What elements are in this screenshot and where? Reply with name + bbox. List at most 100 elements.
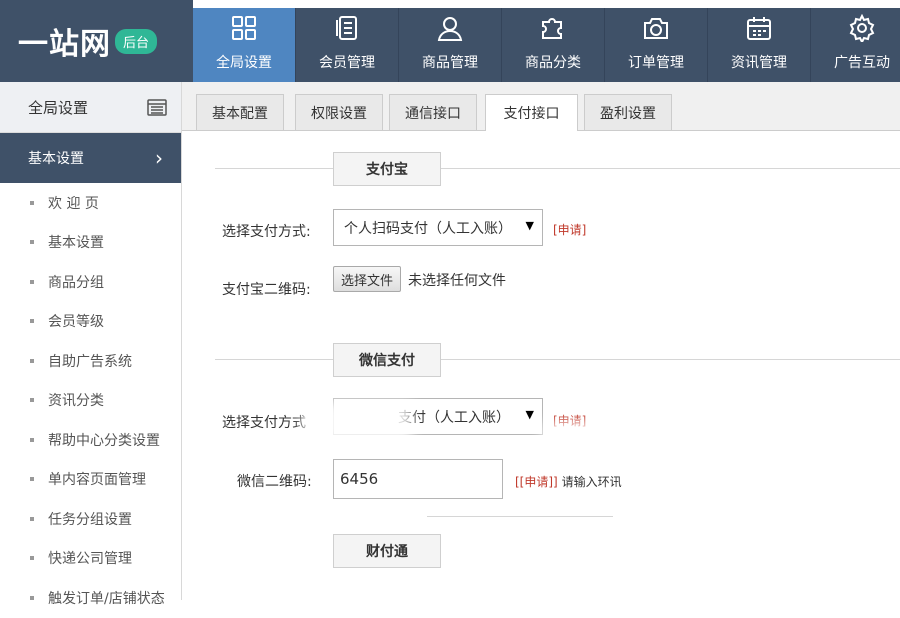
tab-payment[interactable]: 支付接口: [485, 94, 578, 131]
sidebar-item-single-page[interactable]: 单内容页面管理: [0, 460, 181, 500]
sidebar-item-label: 任务分组设置: [48, 511, 132, 528]
nav-label: 商品分类: [525, 55, 581, 71]
logo[interactable]: 一站网 后台: [0, 0, 193, 82]
sidebar-list: 欢 迎 页 基本设置 商品分组 会员等级 自助广告系统 资讯分类 帮助中心分类设…: [0, 183, 181, 618]
calendar-icon: [747, 17, 771, 40]
nav-label: 订单管理: [628, 55, 684, 71]
section-divider: [215, 359, 900, 360]
tab-label: 通信接口: [405, 105, 461, 122]
tab-basic-config[interactable]: 基本配置: [196, 94, 284, 130]
tab-label: 支付接口: [503, 106, 560, 122]
tab-profit[interactable]: 盈利设置: [584, 94, 672, 130]
gear-icon: [849, 14, 875, 42]
section-divider: [215, 168, 900, 169]
alipay-apply-link[interactable]: [申请]: [553, 221, 586, 238]
file-choose-button[interactable]: 选择文件: [333, 266, 402, 292]
nav-item-product-management[interactable]: 商品管理: [399, 8, 502, 82]
sidebar-item-label: 欢 迎 页: [48, 195, 99, 212]
wechat-section-title: 微信支付: [333, 343, 441, 377]
select-value: 支付（人工入账）: [398, 409, 510, 426]
alipay-section-title: 支付宝: [333, 152, 441, 186]
logo-text: 一站网: [18, 27, 111, 62]
file-status-text: 未选择任何文件: [408, 273, 506, 289]
calendar-icon[interactable]: [147, 98, 167, 116]
nav-item-member-management[interactable]: 会员管理: [296, 8, 399, 82]
wechat-hint-apply[interactable]: [[申请]]: [515, 475, 558, 489]
sidebar-item-label: 基本设置: [48, 235, 104, 252]
wechat-qr-label: 微信二维码:: [237, 474, 312, 490]
sidebar-item-product-groups[interactable]: 商品分组: [0, 262, 181, 302]
document-icon: [336, 16, 357, 40]
bullet-icon: [30, 516, 34, 521]
sidebar-item-label: 快递公司管理: [48, 551, 132, 568]
alipay-qr-label: 支付宝二维码:: [222, 282, 311, 298]
sidebar-item-label: 会员等级: [48, 314, 104, 331]
alipay-method-select[interactable]: 个人扫码支付（人工入账） ▼: [333, 209, 543, 246]
bullet-icon: [30, 556, 34, 561]
top-bar: 一站网 后台 全局设置 会员管理 商品管理 商品分类 订单管理 资讯管理 广告互…: [0, 0, 900, 82]
blur-overlay: [302, 402, 412, 442]
sidebar-item-label: 资讯分类: [48, 393, 104, 410]
wechat-qr-input[interactable]: 6456: [333, 459, 503, 499]
nav-label: 商品管理: [422, 55, 478, 71]
sidebar-item-help-category[interactable]: 帮助中心分类设置: [0, 420, 181, 460]
sidebar-item-label: 自助广告系统: [48, 353, 132, 370]
wechat-hint: [[申请]] 请输入环讯: [515, 473, 622, 490]
sidebar-item-trigger-order[interactable]: 触发订单/店铺状态: [0, 578, 181, 618]
nav-item-product-category[interactable]: 商品分类: [502, 8, 605, 82]
tenpay-section-title: 财付通: [333, 534, 441, 568]
sidebar: 全局设置 基本设置 › 欢 迎 页 基本设置 商品分组 会员等级 自助广告系统 …: [0, 82, 182, 607]
section-divider: [427, 516, 613, 517]
tab-communication[interactable]: 通信接口: [389, 94, 477, 130]
dropdown-arrow-icon: ▼: [525, 219, 534, 232]
bullet-icon: [30, 595, 34, 600]
nav-item-ad-interaction[interactable]: 广告互动: [811, 8, 900, 82]
bullet-icon: [30, 200, 34, 205]
bullet-icon: [30, 437, 34, 442]
sidebar-header: 全局设置: [0, 82, 181, 133]
main-content: 基本配置 权限设置 通信接口 支付接口 盈利设置 支付宝 选择支付方式: 个人扫…: [182, 82, 900, 600]
nav-item-order-management[interactable]: 订单管理: [605, 8, 708, 82]
sidebar-section-basic-settings[interactable]: 基本设置 ›: [0, 133, 181, 183]
nav-label: 资讯管理: [731, 55, 787, 71]
tab-label: 基本配置: [212, 105, 268, 122]
blur-overlay: [542, 422, 612, 452]
bullet-icon: [30, 319, 34, 324]
camera-icon: [644, 18, 668, 39]
alipay-method-label: 选择支付方式:: [222, 224, 311, 240]
top-strip: [193, 0, 900, 8]
tab-label: 权限设置: [311, 105, 367, 122]
tab-bar: 基本配置 权限设置 通信接口 支付接口 盈利设置: [182, 82, 900, 131]
logo-badge: 后台: [115, 28, 158, 54]
sidebar-item-basic-settings[interactable]: 基本设置: [0, 223, 181, 263]
tab-label: 盈利设置: [600, 105, 656, 122]
puzzle-icon: [542, 18, 562, 39]
sidebar-title: 全局设置: [28, 98, 89, 117]
bullet-icon: [30, 477, 34, 482]
tab-permissions[interactable]: 权限设置: [295, 94, 383, 130]
nav-item-news-management[interactable]: 资讯管理: [708, 8, 811, 82]
bullet-icon: [30, 279, 34, 284]
sidebar-item-task-groups[interactable]: 任务分组设置: [0, 499, 181, 539]
sidebar-item-self-ad-system[interactable]: 自助广告系统: [0, 341, 181, 381]
nav-item-global-settings[interactable]: 全局设置: [193, 8, 296, 82]
sidebar-section-label: 基本设置: [28, 151, 84, 167]
dropdown-arrow-icon: ▼: [525, 408, 534, 421]
bullet-icon: [30, 240, 34, 245]
wechat-method-label: 选择支付方式: [222, 415, 306, 431]
sidebar-item-courier[interactable]: 快递公司管理: [0, 539, 181, 579]
nav-label: 会员管理: [319, 55, 375, 71]
bullet-icon: [30, 358, 34, 363]
sidebar-item-label: 商品分组: [48, 274, 104, 291]
sidebar-item-news-category[interactable]: 资讯分类: [0, 381, 181, 421]
main-nav: 全局设置 会员管理 商品管理 商品分类 订单管理 资讯管理 广告互动: [193, 8, 900, 82]
sidebar-item-label: 帮助中心分类设置: [48, 432, 160, 449]
sidebar-item-label: 触发订单/店铺状态: [48, 590, 165, 607]
nav-label: 全局设置: [216, 55, 272, 71]
sidebar-item-welcome[interactable]: 欢 迎 页: [0, 183, 181, 223]
chevron-right-icon: ›: [155, 146, 163, 170]
sidebar-item-member-levels[interactable]: 会员等级: [0, 302, 181, 342]
bullet-icon: [30, 398, 34, 403]
select-value: 个人扫码支付（人工入账）: [344, 220, 512, 237]
nav-label: 广告互动: [834, 55, 890, 71]
